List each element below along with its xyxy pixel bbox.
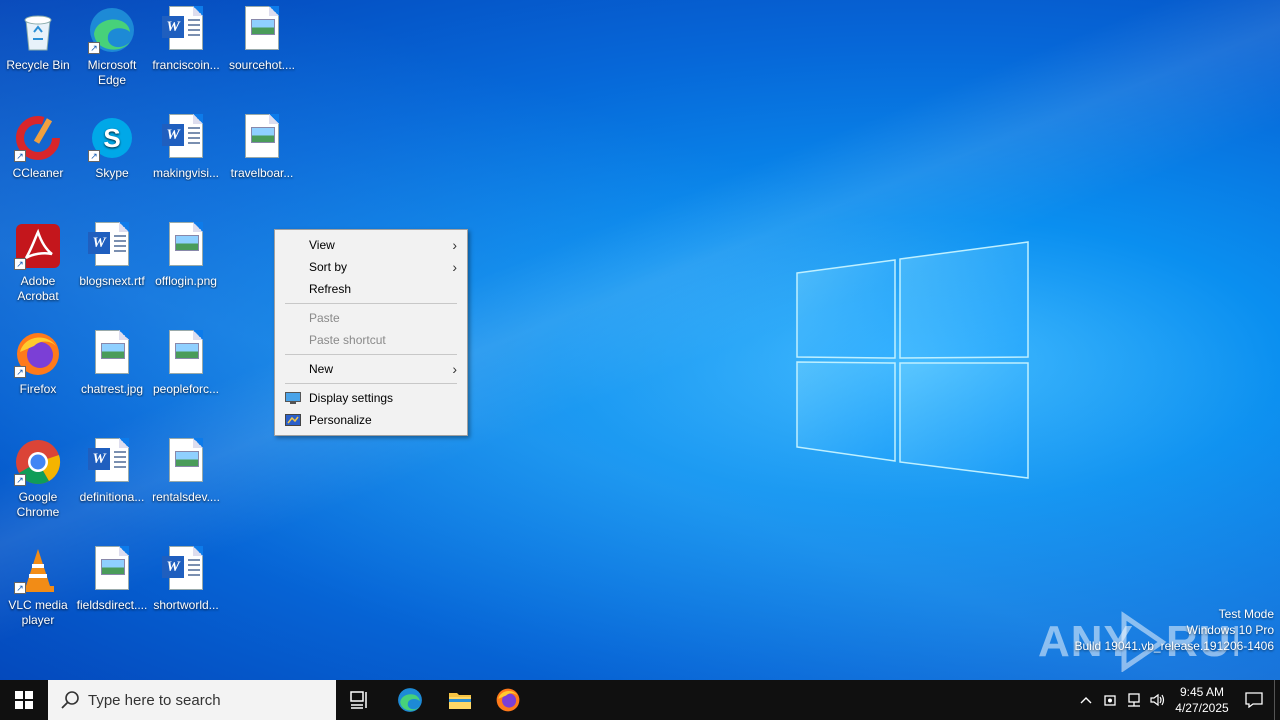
menu-item-sort-by[interactable]: Sort by › [275, 256, 467, 278]
desktop-icon-google-chrome[interactable]: ↗ Google Chrome [0, 432, 76, 536]
firefox-icon [496, 688, 520, 712]
desktop-icon-sourcehot[interactable]: sourcehot.... [224, 0, 300, 104]
shortcut-arrow-icon: ↗ [14, 474, 26, 486]
speaker-icon [1150, 693, 1165, 707]
desktop-icon-microsoft-edge[interactable]: ↗ Microsoft Edge [74, 0, 150, 104]
windows-start-icon [15, 691, 33, 709]
image-file-icon [88, 330, 136, 378]
chrome-icon: ↗ [14, 438, 62, 486]
search-icon [61, 691, 79, 709]
image-file-icon [238, 6, 286, 54]
task-view-button[interactable] [336, 680, 384, 720]
desktop-icon-chatrest[interactable]: chatrest.jpg [74, 324, 150, 428]
tray-app-icon [1104, 695, 1116, 706]
acrobat-icon: ↗ [14, 222, 62, 270]
shortcut-arrow-icon: ↗ [14, 366, 26, 378]
volume-button[interactable] [1146, 680, 1170, 720]
desktop-icon-travelboar[interactable]: travelboar... [224, 108, 300, 212]
svg-text:S: S [103, 123, 120, 153]
image-file-icon [238, 114, 286, 162]
windows-logo-wallpaper [796, 241, 1029, 479]
desktop-icon-recycle-bin[interactable]: Recycle Bin [0, 0, 76, 104]
desktop-icon-definitiona[interactable]: W definitiona... [74, 432, 150, 536]
desktop-icon-adobe-acrobat[interactable]: ↗ Adobe Acrobat [0, 216, 76, 320]
shortcut-arrow-icon: ↗ [14, 258, 26, 270]
taskbar-search-box[interactable]: Type here to search [48, 680, 336, 720]
menu-item-view[interactable]: View › [275, 234, 467, 256]
menu-item-paste-shortcut[interactable]: Paste shortcut [275, 329, 467, 351]
shortcut-arrow-icon: ↗ [88, 150, 100, 162]
image-file-icon [162, 438, 210, 486]
menu-item-refresh[interactable]: Refresh [275, 278, 467, 300]
firefox-icon: ↗ [14, 330, 62, 378]
shortcut-arrow-icon: ↗ [88, 42, 100, 54]
menu-item-personalize[interactable]: Personalize [275, 409, 467, 431]
taskbar-clock[interactable]: 9:45 AM 4/27/2025 [1170, 684, 1234, 716]
task-view-icon [350, 691, 367, 709]
desktop-icon-rentalsdev[interactable]: rentalsdev.... [148, 432, 224, 536]
desktop-icon-offlogin[interactable]: offlogin.png [148, 216, 224, 320]
ccleaner-icon: ↗ [14, 114, 62, 162]
taskbar-edge-button[interactable] [386, 680, 434, 720]
start-button[interactable] [0, 680, 48, 720]
taskbar: Type here to search 9:45 AM 4/27/2025 [0, 680, 1280, 720]
desktop-icon-fieldsdirect[interactable]: fieldsdirect.... [74, 540, 150, 644]
shortcut-arrow-icon: ↗ [14, 582, 26, 594]
chevron-right-icon: › [452, 237, 457, 253]
tray-app-button[interactable] [1098, 680, 1122, 720]
file-explorer-icon [449, 693, 471, 709]
menu-item-new[interactable]: New › [275, 358, 467, 380]
taskbar-file-explorer-button[interactable] [436, 680, 484, 720]
menu-separator [285, 354, 457, 355]
image-file-icon [88, 546, 136, 594]
system-tray: 9:45 AM 4/27/2025 [1074, 680, 1280, 720]
edge-icon: ↗ [88, 6, 136, 54]
menu-item-paste[interactable]: Paste [275, 307, 467, 329]
show-desktop-button[interactable] [1274, 680, 1280, 720]
desktop-icon-makingvisi[interactable]: W makingvisi... [148, 108, 224, 212]
display-icon [285, 392, 301, 404]
desktop-icon-ccleaner[interactable]: ↗ CCleaner [0, 108, 76, 212]
word-doc-icon: W [88, 438, 136, 486]
desktop-context-menu: View › Sort by › Refresh Paste Paste sho… [274, 229, 468, 436]
network-icon [1128, 693, 1140, 707]
image-file-icon [162, 330, 210, 378]
image-file-icon [162, 222, 210, 270]
menu-item-display-settings[interactable]: Display settings [275, 387, 467, 409]
recycle-bin-icon [14, 6, 62, 54]
word-doc-icon: W [88, 222, 136, 270]
taskbar-firefox-button[interactable] [484, 680, 532, 720]
word-doc-icon: W [162, 114, 210, 162]
desktop-icon-blogsnext[interactable]: W blogsnext.rtf [74, 216, 150, 320]
desktop-icon-vlc[interactable]: ↗ VLC media player [0, 540, 76, 644]
chevron-up-icon [1080, 697, 1092, 704]
desktop-icon-shortworld[interactable]: W shortworld... [148, 540, 224, 644]
menu-separator [285, 303, 457, 304]
edge-icon [398, 688, 422, 712]
desktop-icon-skype[interactable]: S ↗ Skype [74, 108, 150, 212]
menu-separator [285, 383, 457, 384]
action-center-button[interactable] [1234, 680, 1274, 720]
desktop-icon-franciscoin[interactable]: W franciscoin... [148, 0, 224, 104]
vlc-icon: ↗ [14, 546, 62, 594]
show-hidden-icons-button[interactable] [1074, 680, 1098, 720]
chevron-right-icon: › [452, 361, 457, 377]
personalize-icon [285, 414, 301, 426]
chevron-right-icon: › [452, 259, 457, 275]
skype-icon: S ↗ [88, 114, 136, 162]
desktop-icon-peopleforc[interactable]: peopleforc... [148, 324, 224, 428]
desktop-icon-firefox[interactable]: ↗ Firefox [0, 324, 76, 428]
shortcut-arrow-icon: ↗ [14, 150, 26, 162]
word-doc-icon: W [162, 6, 210, 54]
notification-icon [1245, 692, 1263, 708]
word-doc-icon: W [162, 546, 210, 594]
windows-watermark: Test Mode Windows 10 Pro Build 19041.vb_… [1074, 607, 1275, 653]
network-button[interactable] [1122, 680, 1146, 720]
